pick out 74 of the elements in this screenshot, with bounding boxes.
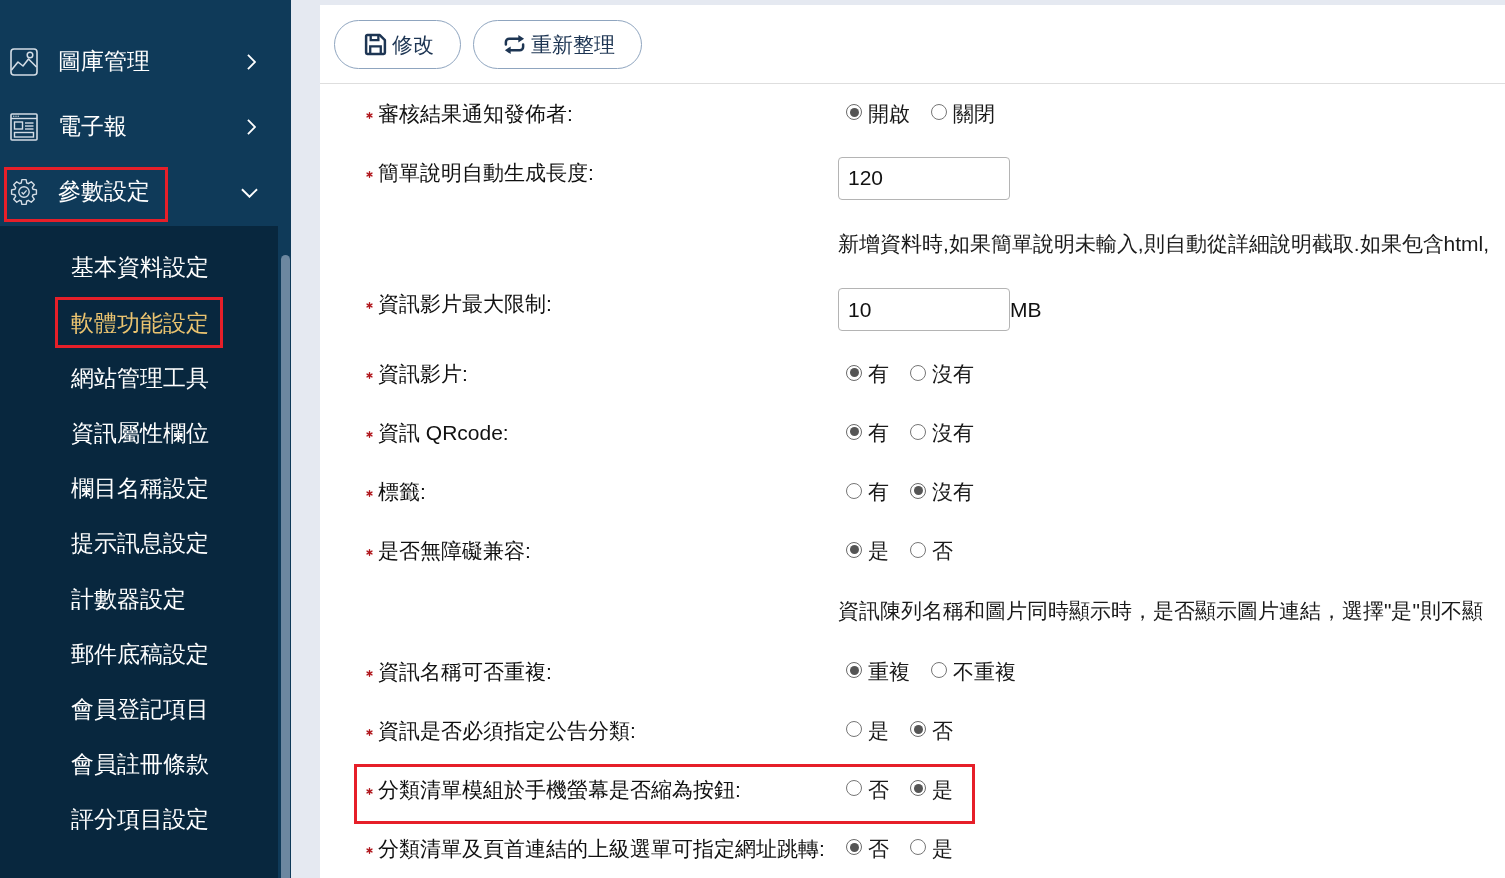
option-label[interactable]: 沒有 [932,419,974,447]
submenu-item[interactable]: 網站管理工具 [0,350,278,406]
radio-button[interactable] [910,482,926,499]
radio-button[interactable] [910,780,926,796]
option-label[interactable]: 沒有 [932,360,974,388]
field-label: 是否無障礙兼容: [378,538,531,564]
option-label[interactable]: 是 [932,775,953,804]
field-label: 審核結果通知發佈者: [378,100,573,127]
field-label: 簡單說明自動生成長度: [378,159,594,186]
radio-button[interactable] [846,482,862,499]
refresh-icon [503,33,526,56]
field-label: 分類清單模組於手機螢幕是否縮為按鈕: [378,776,741,803]
option-label[interactable]: 有 [868,478,889,506]
radio-button[interactable] [910,839,926,855]
option-label[interactable]: 是 [868,716,889,745]
option-label[interactable]: 否 [932,537,953,565]
unit-label: MB [1010,297,1042,322]
radio-button[interactable] [846,721,862,737]
field-label: 資訊 QRcode: [378,420,509,446]
option-label[interactable]: 有 [868,419,889,447]
newspaper-icon [10,112,38,141]
radio-button[interactable] [910,364,926,381]
field-label: 資訊影片: [378,361,468,387]
submenu-item[interactable]: 會員註冊條款 [0,737,278,793]
scrollbar-thumb[interactable] [281,255,290,878]
text-input[interactable]: 10 [838,288,1010,331]
text-input[interactable]: 120 [838,156,1010,200]
sidebar-menu-item[interactable]: 圖庫管理 [0,29,291,94]
submenu-item[interactable]: 會員登記項目 [0,681,278,738]
save-icon [364,33,387,56]
radio-button[interactable] [846,839,862,855]
submenu-item[interactable]: 郵件底稿設定 [0,626,278,682]
field-label: 資訊影片最大限制: [378,291,552,317]
gear-icon [10,177,38,206]
submenu-item[interactable]: 基本資料設定 [0,240,278,296]
option-label[interactable]: 是 [932,834,953,863]
submenu-item[interactable]: 資訊屬性欄位 [0,405,278,462]
option-label[interactable]: 不重複 [953,657,1016,686]
submenu-item[interactable]: 欄目名稱設定 [0,461,278,517]
submenu-item[interactable]: 計數器設定 [0,571,278,627]
radio-button[interactable] [846,662,862,678]
radio-button[interactable] [846,423,862,440]
option-label[interactable]: 是 [868,537,889,565]
radio-button[interactable] [910,541,926,558]
option-label[interactable]: 有 [868,360,889,388]
sidebar-menu-item[interactable]: 參數設定 [0,159,291,224]
radio-button[interactable] [931,662,947,678]
option-label[interactable]: 開啟 [868,99,910,128]
picture-icon [10,47,38,76]
option-label[interactable]: 重複 [868,657,910,686]
radio-button[interactable] [910,423,926,440]
radio-button[interactable] [846,780,862,796]
submenu-item[interactable]: 評分項目設定 [0,792,278,848]
option-label[interactable]: 沒有 [932,478,974,506]
modify-button[interactable]: 修改 [334,20,461,69]
help-text: 資訊陳列名稱和圖片同時顯示時，是否顯示圖片連結，選擇"是"則不顯 [838,598,1483,625]
submenu-item[interactable]: 軟體功能設定 [0,295,278,351]
option-label[interactable]: 關閉 [953,99,995,128]
option-label[interactable]: 否 [932,716,953,745]
field-label: 分類清單及頁首連結的上級選單可指定網址跳轉: [378,835,825,862]
radio-button[interactable] [846,104,862,120]
radio-button[interactable] [846,541,862,558]
field-label: 資訊是否必須指定公告分類: [378,717,636,744]
refresh-button[interactable]: 重新整理 [473,20,642,69]
radio-button[interactable] [910,721,926,737]
radio-button[interactable] [931,104,947,120]
field-label: 資訊名稱可否重複: [378,658,552,685]
help-text: 新增資料時,如果簡單說明未輸入,則自動從詳細說明截取.如果包含html, [838,230,1489,257]
option-label[interactable]: 否 [868,775,889,804]
sidebar-menu-item[interactable]: 電子報 [0,94,291,159]
field-label: 標籤: [378,479,426,505]
option-label[interactable]: 否 [868,834,889,863]
radio-button[interactable] [846,364,862,381]
submenu-item[interactable]: 提示訊息設定 [0,516,278,572]
